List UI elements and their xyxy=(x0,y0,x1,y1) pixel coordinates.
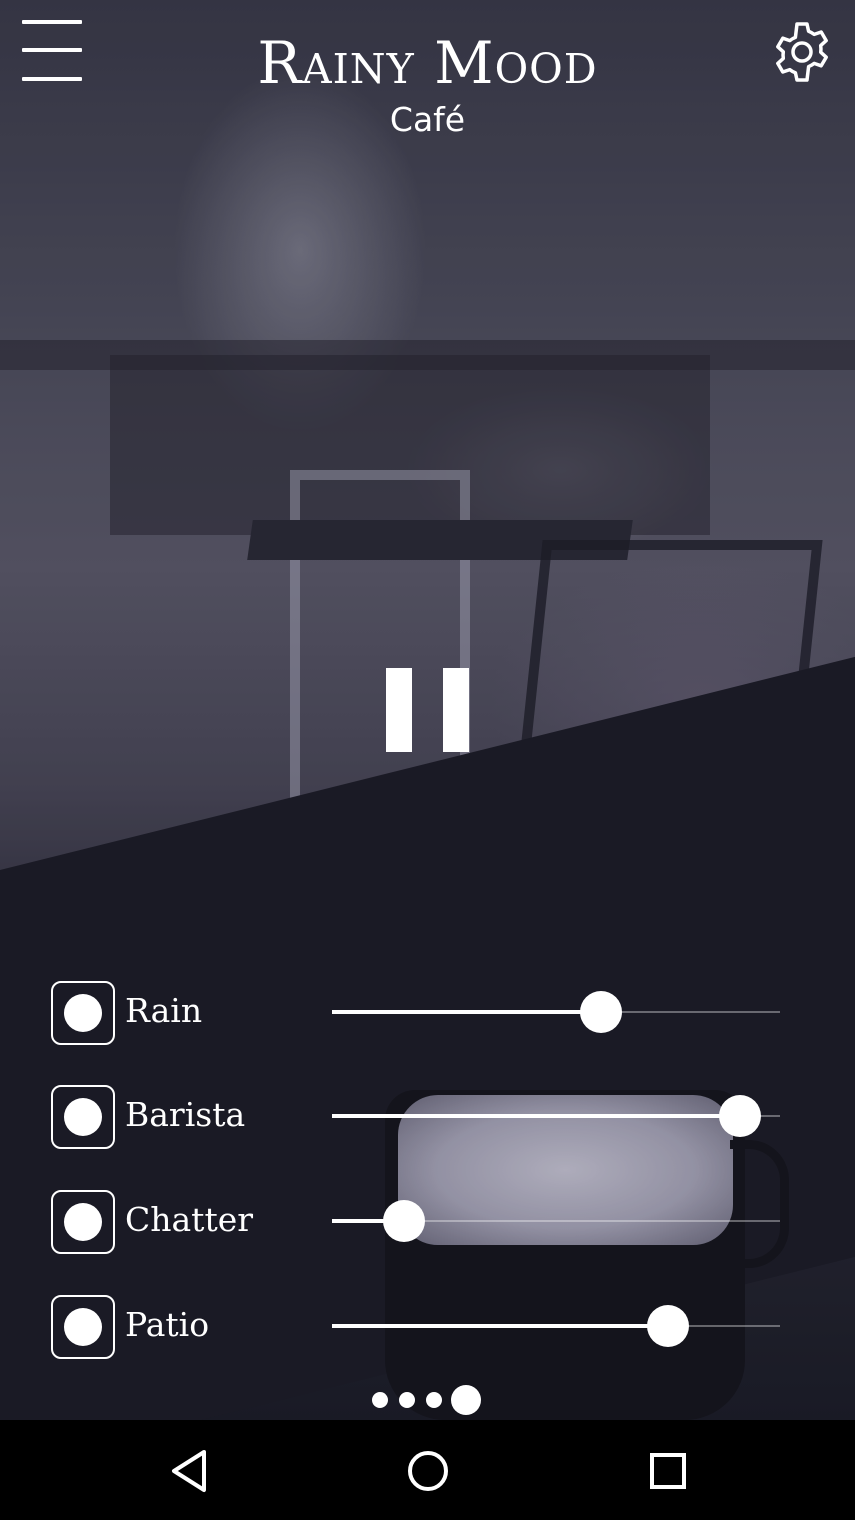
chatter-slider-thumb[interactable] xyxy=(382,1200,425,1242)
gear-icon[interactable] xyxy=(770,20,834,84)
circle-home-icon[interactable] xyxy=(398,1446,458,1496)
sound-row-chatter: Chatter xyxy=(0,1190,855,1260)
square-recents-icon[interactable] xyxy=(638,1446,698,1496)
rain-toggle[interactable] xyxy=(51,981,115,1045)
barista-slider-fill xyxy=(332,1114,740,1118)
pause-icon-bar-right xyxy=(443,668,469,752)
page-indicator xyxy=(0,1380,855,1420)
barista-toggle[interactable] xyxy=(51,1085,115,1149)
scene-subtitle: Café xyxy=(389,100,466,139)
chatter-volume-slider[interactable] xyxy=(332,1200,780,1242)
patio-slider-thumb[interactable] xyxy=(647,1305,689,1347)
rain-volume-slider[interactable] xyxy=(332,991,780,1033)
barista-label: Barista xyxy=(125,1095,246,1134)
patio-volume-slider[interactable] xyxy=(332,1305,780,1347)
page-dot[interactable] xyxy=(426,1392,442,1408)
rain-slider-thumb[interactable] xyxy=(579,991,622,1033)
page-dot[interactable] xyxy=(372,1392,388,1408)
triangle-back-icon[interactable] xyxy=(160,1446,220,1496)
sound-row-rain: Rain xyxy=(0,981,855,1051)
rain-slider-fill xyxy=(332,1010,601,1014)
sound-row-patio: Patio xyxy=(0,1295,855,1365)
patio-slider-fill xyxy=(332,1324,668,1328)
page-dot-active[interactable] xyxy=(451,1385,481,1415)
pause-button[interactable] xyxy=(380,665,475,755)
app-title: Rainy Mood xyxy=(257,29,598,97)
patio-toggle[interactable] xyxy=(51,1295,115,1359)
sound-row-barista: Barista xyxy=(0,1085,855,1155)
chatter-toggle[interactable] xyxy=(51,1190,115,1254)
patio-label: Patio xyxy=(125,1305,210,1344)
rain-label: Rain xyxy=(125,991,203,1030)
page-dot[interactable] xyxy=(399,1392,415,1408)
barista-slider-thumb[interactable] xyxy=(718,1095,761,1137)
pause-icon-bar-left xyxy=(386,668,412,752)
barista-volume-slider[interactable] xyxy=(332,1095,780,1137)
chatter-label: Chatter xyxy=(125,1200,254,1239)
system-navigation-bar xyxy=(0,1420,855,1520)
